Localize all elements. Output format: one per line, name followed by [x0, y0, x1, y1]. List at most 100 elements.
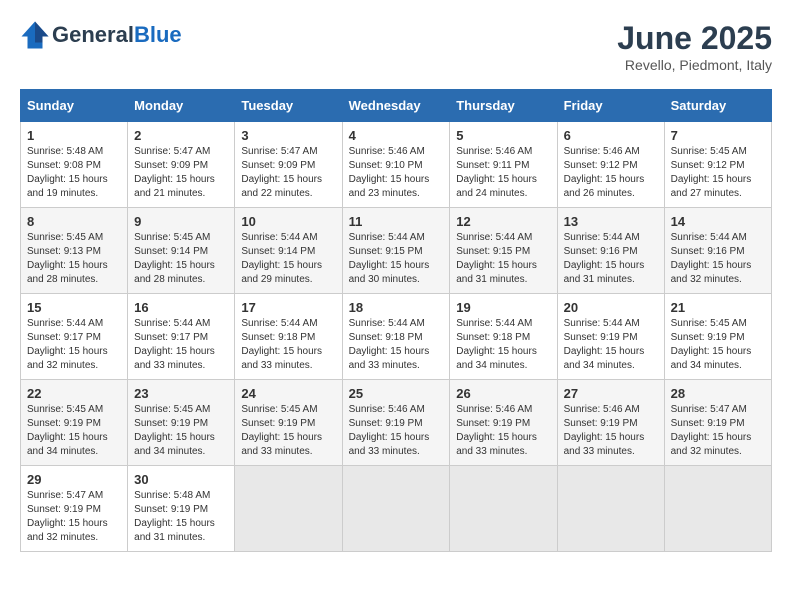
day-number: 28: [671, 386, 765, 401]
day-info: Sunrise: 5:45 AM Sunset: 9:19 PM Dayligh…: [134, 403, 228, 459]
logo-general-text: General: [52, 22, 134, 47]
sunrise-label: Sunrise: 5:47 AM: [27, 490, 103, 501]
day-info: Sunrise: 5:46 AM Sunset: 9:19 PM Dayligh…: [564, 403, 658, 459]
sunset-label: Sunset: 9:19 PM: [27, 504, 101, 515]
daylight-label: Daylight: 15 hours and 32 minutes.: [27, 518, 108, 543]
day-number: 1: [27, 128, 121, 143]
sunrise-label: Sunrise: 5:44 AM: [564, 318, 640, 329]
sunset-label: Sunset: 9:19 PM: [564, 332, 638, 343]
sunrise-label: Sunrise: 5:44 AM: [134, 318, 210, 329]
daylight-label: Daylight: 15 hours and 31 minutes.: [134, 518, 215, 543]
sunset-label: Sunset: 9:14 PM: [134, 246, 208, 257]
day-number: 27: [564, 386, 658, 401]
daylight-label: Daylight: 15 hours and 31 minutes.: [564, 260, 645, 285]
sunset-label: Sunset: 9:16 PM: [564, 246, 638, 257]
daylight-label: Daylight: 15 hours and 32 minutes.: [27, 346, 108, 371]
sunset-label: Sunset: 9:19 PM: [564, 418, 638, 429]
daylight-label: Daylight: 15 hours and 34 minutes.: [671, 346, 752, 371]
calendar-cell: 18 Sunrise: 5:44 AM Sunset: 9:18 PM Dayl…: [342, 294, 450, 380]
day-number: 5: [456, 128, 550, 143]
sunrise-label: Sunrise: 5:44 AM: [671, 232, 747, 243]
day-info: Sunrise: 5:47 AM Sunset: 9:19 PM Dayligh…: [671, 403, 765, 459]
calendar-week-row: 22 Sunrise: 5:45 AM Sunset: 9:19 PM Dayl…: [21, 380, 772, 466]
sunset-label: Sunset: 9:16 PM: [671, 246, 745, 257]
day-info: Sunrise: 5:44 AM Sunset: 9:18 PM Dayligh…: [241, 317, 335, 373]
calendar-cell: 27 Sunrise: 5:46 AM Sunset: 9:19 PM Dayl…: [557, 380, 664, 466]
daylight-label: Daylight: 15 hours and 33 minutes.: [456, 432, 537, 457]
day-info: Sunrise: 5:47 AM Sunset: 9:09 PM Dayligh…: [241, 145, 335, 201]
month-title: June 2025: [617, 20, 772, 57]
logo-icon: [20, 20, 50, 50]
day-info: Sunrise: 5:46 AM Sunset: 9:19 PM Dayligh…: [349, 403, 444, 459]
sunset-label: Sunset: 9:14 PM: [241, 246, 315, 257]
calendar-cell: 14 Sunrise: 5:44 AM Sunset: 9:16 PM Dayl…: [664, 208, 771, 294]
calendar-cell: 12 Sunrise: 5:44 AM Sunset: 9:15 PM Dayl…: [450, 208, 557, 294]
calendar-cell: 2 Sunrise: 5:47 AM Sunset: 9:09 PM Dayli…: [128, 122, 235, 208]
day-info: Sunrise: 5:47 AM Sunset: 9:09 PM Dayligh…: [134, 145, 228, 201]
sunrise-label: Sunrise: 5:44 AM: [456, 318, 532, 329]
day-number: 24: [241, 386, 335, 401]
logo: GeneralBlue: [20, 20, 182, 50]
day-info: Sunrise: 5:45 AM Sunset: 9:12 PM Dayligh…: [671, 145, 765, 201]
day-number: 3: [241, 128, 335, 143]
calendar-cell: 5 Sunrise: 5:46 AM Sunset: 9:11 PM Dayli…: [450, 122, 557, 208]
sunrise-label: Sunrise: 5:44 AM: [564, 232, 640, 243]
daylight-label: Daylight: 15 hours and 31 minutes.: [456, 260, 537, 285]
calendar-week-row: 8 Sunrise: 5:45 AM Sunset: 9:13 PM Dayli…: [21, 208, 772, 294]
calendar-cell: 6 Sunrise: 5:46 AM Sunset: 9:12 PM Dayli…: [557, 122, 664, 208]
calendar-cell: [557, 466, 664, 552]
sunset-label: Sunset: 9:08 PM: [27, 160, 101, 171]
calendar-cell: 19 Sunrise: 5:44 AM Sunset: 9:18 PM Dayl…: [450, 294, 557, 380]
day-number: 15: [27, 300, 121, 315]
page-header: GeneralBlue June 2025 Revello, Piedmont,…: [20, 20, 772, 73]
daylight-label: Daylight: 15 hours and 30 minutes.: [349, 260, 430, 285]
day-number: 19: [456, 300, 550, 315]
day-info: Sunrise: 5:44 AM Sunset: 9:17 PM Dayligh…: [27, 317, 121, 373]
day-number: 7: [671, 128, 765, 143]
sunrise-label: Sunrise: 5:46 AM: [564, 146, 640, 157]
sunset-label: Sunset: 9:19 PM: [241, 418, 315, 429]
day-info: Sunrise: 5:44 AM Sunset: 9:19 PM Dayligh…: [564, 317, 658, 373]
calendar-cell: 1 Sunrise: 5:48 AM Sunset: 9:08 PM Dayli…: [21, 122, 128, 208]
day-info: Sunrise: 5:44 AM Sunset: 9:18 PM Dayligh…: [349, 317, 444, 373]
weekday-header-thursday: Thursday: [450, 90, 557, 122]
sunrise-label: Sunrise: 5:44 AM: [349, 318, 425, 329]
sunrise-label: Sunrise: 5:45 AM: [27, 404, 103, 415]
daylight-label: Daylight: 15 hours and 32 minutes.: [671, 260, 752, 285]
sunset-label: Sunset: 9:11 PM: [456, 160, 529, 171]
day-info: Sunrise: 5:48 AM Sunset: 9:08 PM Dayligh…: [27, 145, 121, 201]
daylight-label: Daylight: 15 hours and 34 minutes.: [564, 346, 645, 371]
calendar-cell: 13 Sunrise: 5:44 AM Sunset: 9:16 PM Dayl…: [557, 208, 664, 294]
day-number: 21: [671, 300, 765, 315]
calendar-cell: 20 Sunrise: 5:44 AM Sunset: 9:19 PM Dayl…: [557, 294, 664, 380]
calendar-cell: 26 Sunrise: 5:46 AM Sunset: 9:19 PM Dayl…: [450, 380, 557, 466]
calendar-cell: 30 Sunrise: 5:48 AM Sunset: 9:19 PM Dayl…: [128, 466, 235, 552]
logo-blue-text: Blue: [134, 22, 182, 47]
calendar-week-row: 29 Sunrise: 5:47 AM Sunset: 9:19 PM Dayl…: [21, 466, 772, 552]
sunrise-label: Sunrise: 5:46 AM: [456, 404, 532, 415]
daylight-label: Daylight: 15 hours and 24 minutes.: [456, 174, 537, 199]
sunrise-label: Sunrise: 5:45 AM: [671, 146, 747, 157]
daylight-label: Daylight: 15 hours and 26 minutes.: [564, 174, 645, 199]
daylight-label: Daylight: 15 hours and 33 minutes.: [134, 346, 215, 371]
weekday-header-sunday: Sunday: [21, 90, 128, 122]
day-info: Sunrise: 5:44 AM Sunset: 9:16 PM Dayligh…: [564, 231, 658, 287]
day-info: Sunrise: 5:46 AM Sunset: 9:12 PM Dayligh…: [564, 145, 658, 201]
daylight-label: Daylight: 15 hours and 23 minutes.: [349, 174, 430, 199]
daylight-label: Daylight: 15 hours and 21 minutes.: [134, 174, 215, 199]
calendar-cell: [235, 466, 342, 552]
day-info: Sunrise: 5:46 AM Sunset: 9:11 PM Dayligh…: [456, 145, 550, 201]
weekday-header-saturday: Saturday: [664, 90, 771, 122]
sunrise-label: Sunrise: 5:47 AM: [241, 146, 317, 157]
calendar-cell: 22 Sunrise: 5:45 AM Sunset: 9:19 PM Dayl…: [21, 380, 128, 466]
daylight-label: Daylight: 15 hours and 28 minutes.: [27, 260, 108, 285]
day-number: 26: [456, 386, 550, 401]
sunrise-label: Sunrise: 5:45 AM: [134, 404, 210, 415]
location-text: Revello, Piedmont, Italy: [617, 57, 772, 73]
sunset-label: Sunset: 9:15 PM: [349, 246, 423, 257]
sunrise-label: Sunrise: 5:45 AM: [671, 318, 747, 329]
sunset-label: Sunset: 9:19 PM: [671, 332, 745, 343]
calendar-week-row: 15 Sunrise: 5:44 AM Sunset: 9:17 PM Dayl…: [21, 294, 772, 380]
weekday-header-row: SundayMondayTuesdayWednesdayThursdayFrid…: [21, 90, 772, 122]
day-number: 13: [564, 214, 658, 229]
